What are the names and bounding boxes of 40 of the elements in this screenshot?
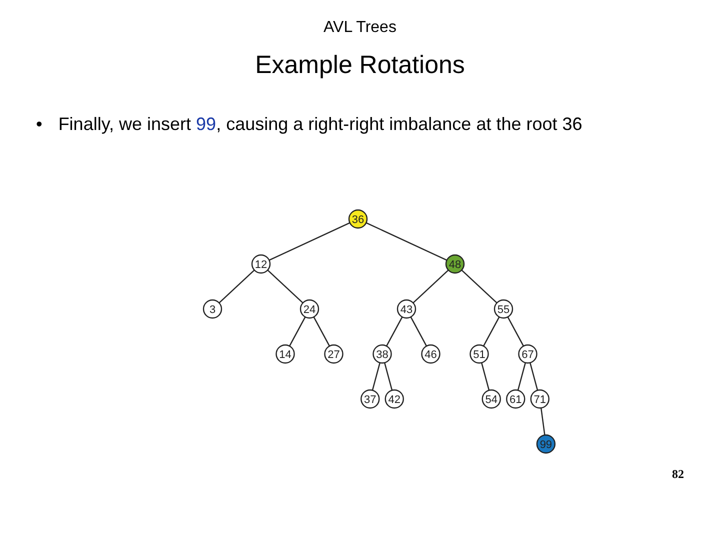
tree-node: 38 (372, 344, 392, 364)
tree-node: 12 (251, 254, 271, 274)
tree-edge (218, 270, 255, 304)
tree-edge (483, 316, 500, 346)
tree-node: 55 (494, 299, 514, 319)
tree-edge (289, 316, 306, 346)
bullet-marker: • (36, 114, 42, 135)
slide-title: Example Rotations (255, 51, 465, 80)
tree-edge (384, 362, 393, 390)
tree-edge (410, 316, 427, 346)
tree-node: 3 (202, 299, 222, 319)
tree-edge (461, 270, 498, 304)
tree-edge (372, 362, 380, 390)
tree-edge (313, 316, 330, 346)
tree-node: 71 (530, 389, 550, 409)
tree-edge (386, 316, 403, 346)
slide-header: AVL Trees (324, 19, 396, 37)
tree-node: 67 (518, 344, 538, 364)
tree-edge (267, 270, 304, 304)
tree-edge (412, 270, 449, 304)
tree-node: 14 (276, 344, 295, 364)
tree-node: 99 (536, 434, 556, 454)
bullet-text: Finally, we insert 99, causing a right-right imbalance at the root 36 (58, 114, 582, 135)
tree-node: 42 (384, 389, 404, 409)
tree-node: 48 (445, 254, 465, 274)
tree-edge (517, 362, 526, 390)
tree-node: 51 (470, 344, 489, 364)
tree-edge (530, 362, 538, 390)
tree-edge (540, 408, 546, 436)
tree-edge (481, 362, 490, 390)
tree-node: 61 (506, 389, 526, 409)
tree-node: 37 (360, 389, 380, 409)
tree-node: 46 (421, 344, 440, 364)
tree-node: 27 (324, 344, 344, 364)
tree-node: 36 (348, 209, 368, 229)
tree-edge (507, 316, 524, 346)
tree-node: 54 (482, 389, 501, 409)
page-number: 82 (672, 467, 684, 482)
tree-node: 43 (396, 299, 416, 319)
tree-node: 24 (300, 299, 320, 319)
